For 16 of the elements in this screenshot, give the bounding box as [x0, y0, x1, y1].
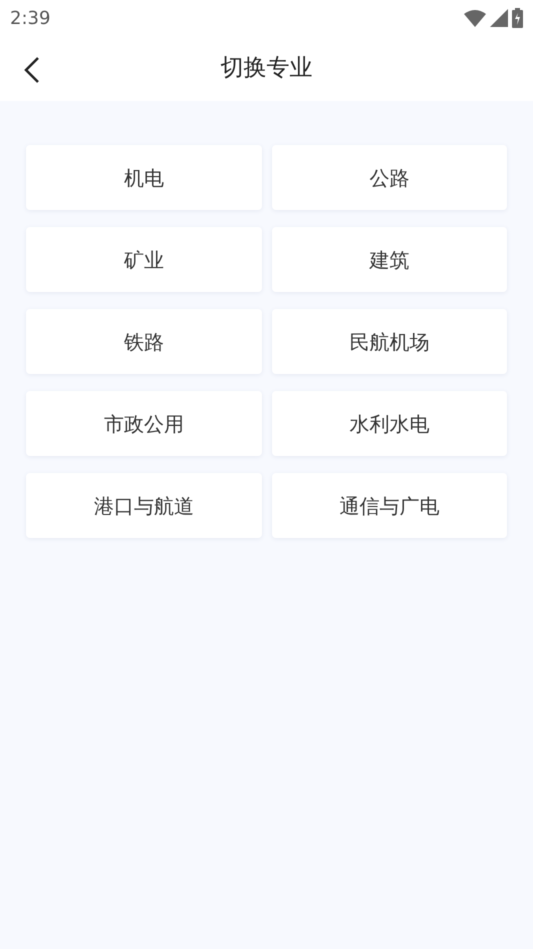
major-option[interactable]: 机电: [26, 145, 262, 210]
major-option[interactable]: 港口与航道: [26, 473, 262, 538]
battery-icon: [512, 8, 523, 28]
signal-icon: [490, 9, 508, 27]
major-option[interactable]: 通信与广电: [272, 473, 507, 538]
major-option[interactable]: 矿业: [26, 227, 262, 292]
major-option[interactable]: 水利水电: [272, 391, 507, 456]
major-option[interactable]: 建筑: [272, 227, 507, 292]
status-time: 2:39: [10, 6, 50, 30]
major-option[interactable]: 公路: [272, 145, 507, 210]
major-option[interactable]: 民航机场: [272, 309, 507, 374]
major-option[interactable]: 市政公用: [26, 391, 262, 456]
wifi-icon: [464, 10, 486, 26]
page-title: 切换专业: [220, 54, 312, 84]
back-icon[interactable]: [22, 56, 42, 84]
major-option[interactable]: 铁路: [26, 309, 262, 374]
